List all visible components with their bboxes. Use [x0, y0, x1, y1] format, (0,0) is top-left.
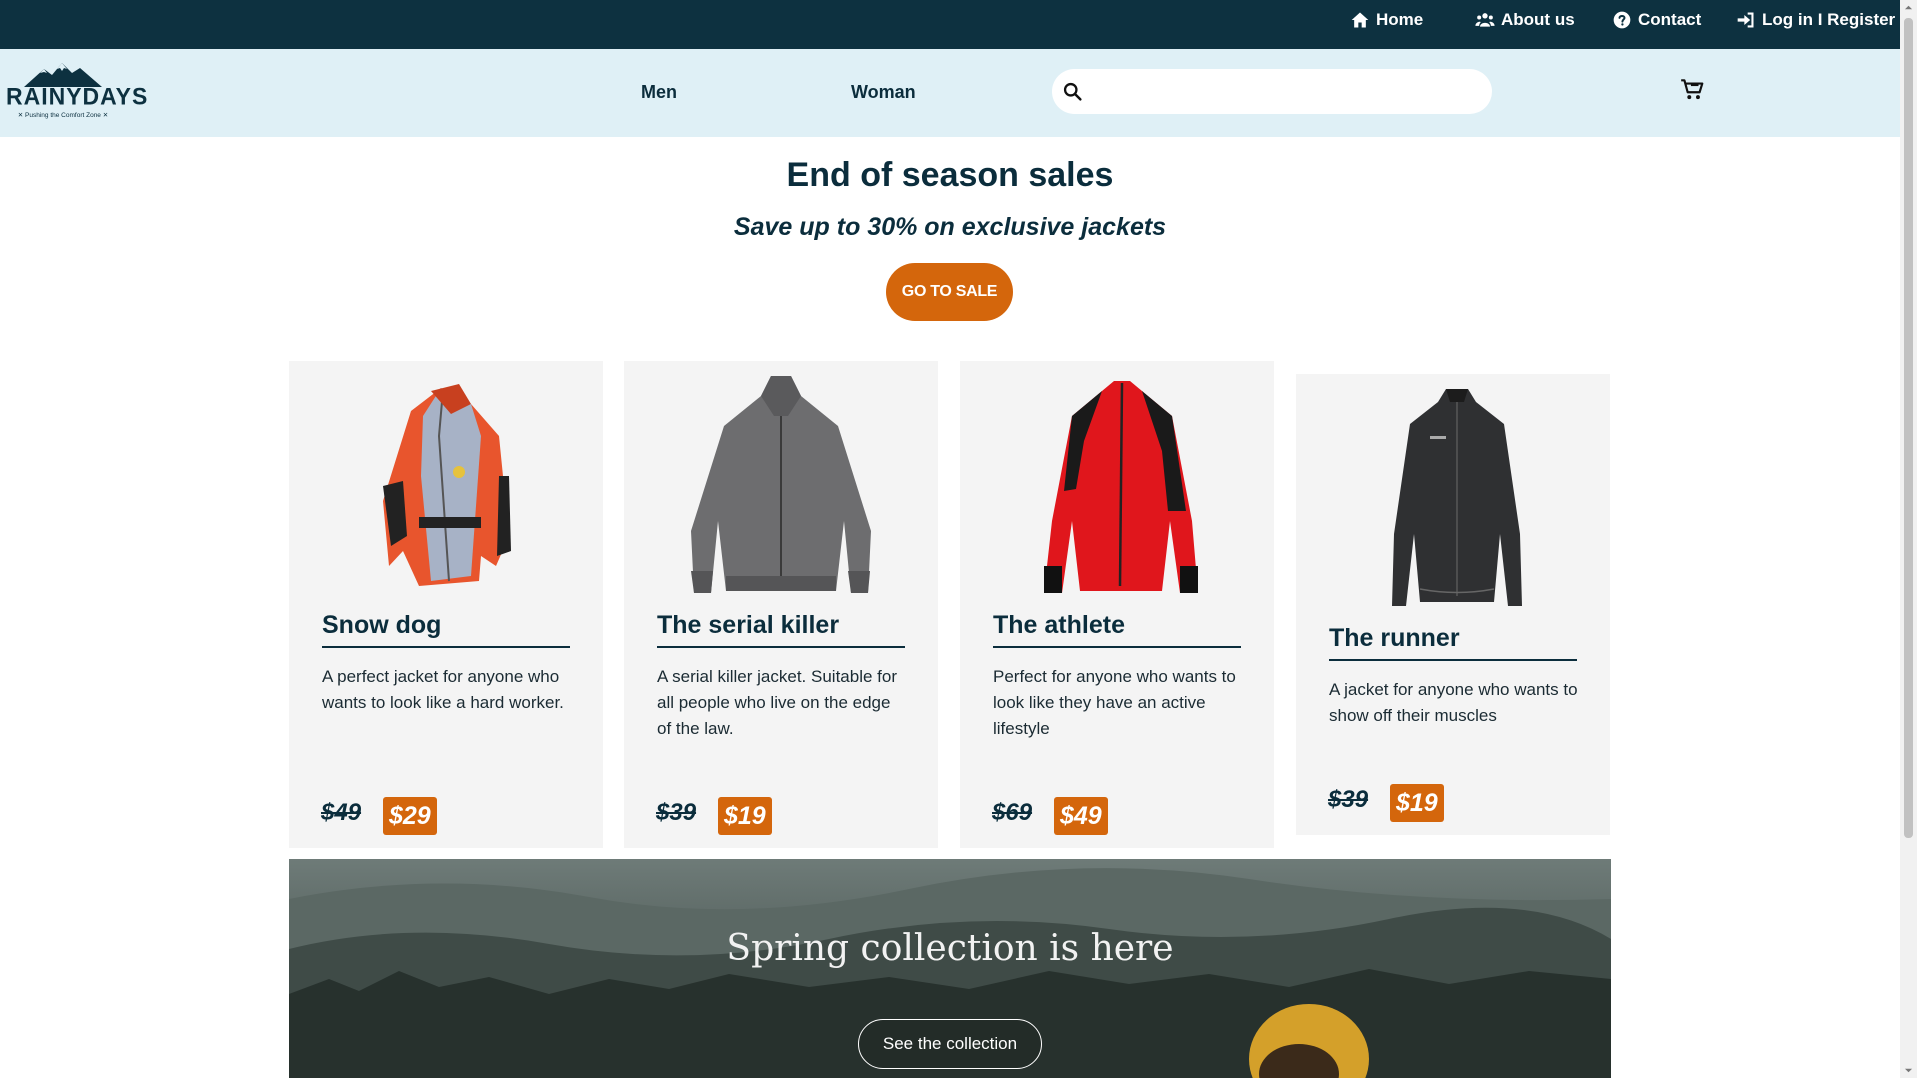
- login-register-link[interactable]: Log in I Register: [1736, 8, 1895, 32]
- users-icon: [1475, 13, 1495, 27]
- contact-link-label: Contact: [1638, 10, 1702, 29]
- home-link-label: Home: [1376, 10, 1424, 29]
- product-name: The serial killer: [657, 611, 905, 648]
- search-input[interactable]: [1094, 77, 1474, 106]
- search-box: [1052, 69, 1492, 114]
- sale-price-badge: $49: [1054, 797, 1108, 835]
- scrollbar-thumb[interactable]: [1904, 18, 1913, 838]
- logo-tagline: ✕ Pushing the Comfort Zone ✕: [17, 112, 109, 119]
- product-name: Snow dog: [322, 611, 570, 648]
- vertical-scrollbar[interactable]: [1900, 0, 1917, 1078]
- sale-price-badge: $19: [1390, 784, 1444, 822]
- question-circle-icon: [1613, 11, 1631, 29]
- main-header: RAINYDAYS ✕ Pushing the Comfort Zone ✕ M…: [0, 49, 1900, 137]
- product-description: A serial killer jacket. Suitable for all…: [657, 667, 897, 738]
- about-us-link-label: About us: [1501, 10, 1575, 29]
- page-subtitle: Save up to 30% on exclusive jackets: [733, 213, 1167, 241]
- product-description: A perfect jacket for anyone who wants to…: [322, 667, 564, 712]
- top-bar: Home About us Contact Log in I Register: [0, 0, 1900, 49]
- banner-title: Spring collection is here: [726, 928, 1174, 969]
- product-name: The runner: [1329, 624, 1577, 661]
- product-description: Perfect for anyone who wants to look lik…: [993, 667, 1236, 738]
- product-name: The athlete: [993, 611, 1241, 648]
- sign-in-icon: [1737, 12, 1754, 28]
- product-card[interactable]: The runner A jacket for anyone who wants…: [1296, 374, 1610, 835]
- page-title: End of season sales: [786, 156, 1114, 194]
- old-price: $69: [992, 799, 1033, 826]
- search-icon[interactable]: [1062, 81, 1083, 102]
- spring-collection-banner: Spring collection is here See the collec…: [289, 859, 1611, 1078]
- product-card[interactable]: The serial killer A serial killer jacket…: [624, 361, 938, 848]
- gray-bomber-jacket-image: [691, 376, 871, 593]
- product-card[interactable]: The athlete Perfect for anyone who wants…: [960, 361, 1274, 848]
- product-description: A jacket for anyone who wants to show of…: [1329, 680, 1578, 725]
- red-athletic-jacket-image: [1044, 381, 1198, 593]
- contact-link[interactable]: Contact: [1612, 8, 1701, 32]
- cart-icon[interactable]: [1679, 76, 1705, 102]
- see-collection-button[interactable]: See the collection: [858, 1019, 1042, 1069]
- orange-work-jacket-image: [383, 384, 511, 586]
- sale-price-badge: $29: [383, 797, 437, 835]
- go-to-sale-button[interactable]: GO TO SALE: [886, 263, 1013, 321]
- scroll-up-arrow-icon[interactable]: [1904, 3, 1913, 12]
- login-register-link-label: Log in I Register: [1762, 10, 1896, 29]
- about-us-link[interactable]: About us: [1475, 8, 1575, 32]
- old-price: $39: [1328, 786, 1369, 813]
- nav-woman[interactable]: Woman: [851, 82, 916, 103]
- nav-men[interactable]: Men: [641, 82, 677, 103]
- home-link[interactable]: Home: [1350, 8, 1423, 32]
- black-running-jacket-image: [1392, 389, 1522, 606]
- old-price: $49: [321, 799, 362, 826]
- old-price: $39: [656, 799, 697, 826]
- product-card[interactable]: Snow dog A perfect jacket for anyone who…: [289, 361, 603, 848]
- rainydays-logo[interactable]: RAINYDAYS ✕ Pushing the Comfort Zone ✕: [6, 59, 149, 123]
- home-icon: [1351, 12, 1369, 28]
- sale-price-badge: $19: [718, 797, 772, 835]
- logo-text: RAINYDAYS: [6, 82, 149, 110]
- scroll-down-arrow-icon[interactable]: [1904, 1066, 1913, 1075]
